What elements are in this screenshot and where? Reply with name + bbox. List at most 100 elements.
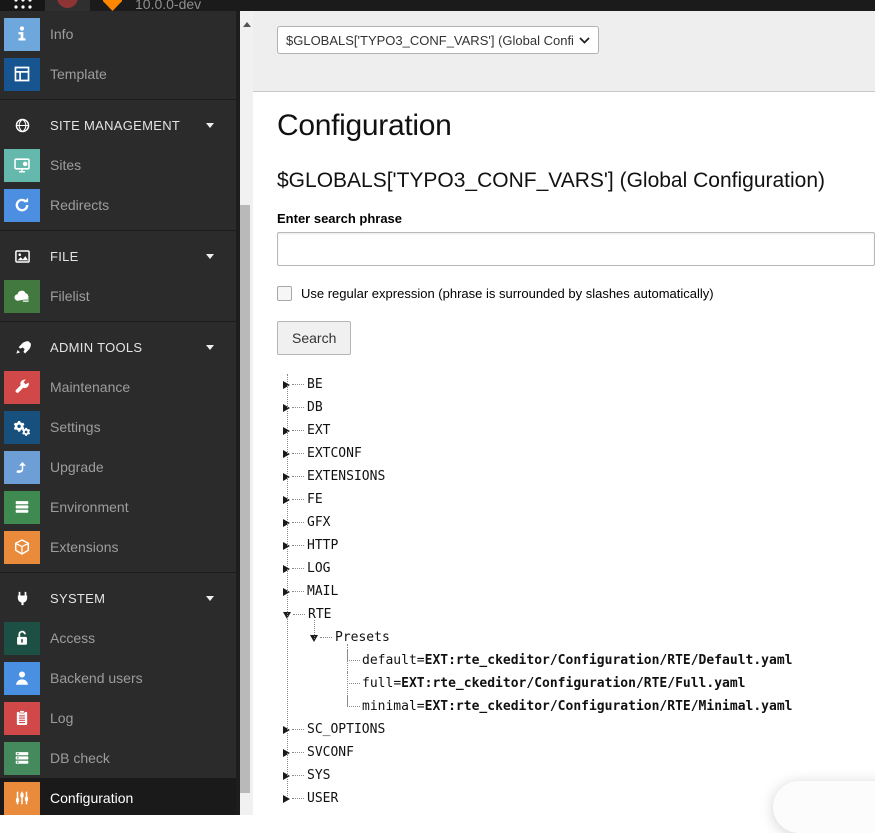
tree-connector-icon: [292, 591, 304, 592]
typo3-logo[interactable]: [45, 0, 90, 11]
tree-connector-icon: [292, 752, 304, 753]
tree-node-label[interactable]: RTE: [308, 607, 331, 622]
sidebar-group-header-system[interactable]: SYSTEM: [0, 578, 236, 618]
tree-node-ext: EXT: [283, 419, 875, 442]
shield-icon: [103, 0, 122, 11]
info-icon: [4, 18, 40, 51]
sidebar-item-db-check[interactable]: DB check: [0, 738, 236, 778]
sidebar-group: SITE MANAGEMENT Sites Redirects: [0, 99, 236, 225]
tree-node-label[interactable]: GFX: [307, 515, 330, 530]
tree-node-label[interactable]: LOG: [307, 561, 330, 576]
sidebar-group-label: ADMIN TOOLS: [50, 340, 206, 355]
tree-node-label[interactable]: SC_OPTIONS: [307, 722, 385, 737]
tree-connector-icon: [293, 614, 305, 615]
sidebar-item-label: Sites: [50, 157, 81, 173]
tree-node-label[interactable]: USER: [307, 791, 338, 806]
gears-icon: [4, 411, 40, 444]
chevron-down-icon: [206, 254, 214, 259]
tree-node-extensions: EXTENSIONS: [283, 465, 875, 488]
tree-node-label[interactable]: EXTCONF: [307, 446, 362, 461]
sidebar-item-label: Template: [50, 66, 107, 82]
sidebar-item-configuration[interactable]: Configuration: [0, 778, 236, 815]
conf-vars-select-value: $GLOBALS['TYPO3_CONF_VARS'] (Global Conf…: [286, 33, 573, 48]
sidebar-item-access[interactable]: Access: [0, 618, 236, 658]
sidebar-item-maintenance[interactable]: Maintenance: [0, 367, 236, 407]
tree-node-label[interactable]: SYS: [307, 768, 330, 783]
tree-connector-icon: [347, 672, 360, 684]
tree-connector-icon: [347, 649, 360, 661]
tree-node-value: EXT:rte_ckeditor/Configuration/RTE/Full.…: [401, 676, 745, 691]
sidebar-item-backend-users[interactable]: Backend users: [0, 658, 236, 698]
cube-icon: [4, 531, 40, 564]
sidebar-item-environment[interactable]: Environment: [0, 487, 236, 527]
tree-line: [314, 620, 315, 639]
regex-checkbox[interactable]: [277, 286, 292, 301]
module-menu-toggle[interactable]: [0, 0, 45, 11]
sidebar-item-redirects[interactable]: Redirects: [0, 185, 236, 225]
tree-node-label[interactable]: minimal: [362, 699, 417, 714]
sidebar-item-settings[interactable]: Settings: [0, 407, 236, 447]
unlock-icon: [4, 622, 40, 655]
sidebar-item-label: Environment: [50, 499, 129, 515]
clipboard-icon: [4, 702, 40, 735]
search-input[interactable]: [277, 232, 875, 266]
scrollbar-up-arrow-icon[interactable]: [243, 22, 251, 27]
tree-node-label[interactable]: default: [362, 653, 417, 668]
sidebar-item-info[interactable]: Info: [0, 14, 236, 54]
sidebar-item-label: Access: [50, 630, 95, 646]
sidebar-item-label: Log: [50, 710, 73, 726]
upgrade-icon: [4, 451, 40, 484]
tree-line: [287, 374, 288, 798]
regex-label: Use regular expression (phrase is surrou…: [301, 286, 714, 301]
sidebar-group-header-admin-tools[interactable]: ADMIN TOOLS: [0, 327, 236, 367]
sidebar-item-sites[interactable]: Sites: [0, 145, 236, 185]
conf-vars-select[interactable]: $GLOBALS['TYPO3_CONF_VARS'] (Global Conf…: [277, 26, 599, 54]
sidebar-item-log[interactable]: Log: [0, 698, 236, 738]
sidebar-item-label: Backend users: [50, 670, 143, 686]
tree-connector-icon: [292, 384, 304, 385]
sidebar-group: ADMIN TOOLS Maintenance SettingsUpgrade Env…: [0, 321, 236, 567]
sidebar-item-template[interactable]: Template: [0, 54, 236, 94]
tree-connector-icon: [292, 568, 304, 569]
plug-icon: [4, 590, 40, 607]
chevron-down-icon: [206, 345, 214, 350]
floating-panel: [773, 781, 875, 833]
tree-node-label[interactable]: SVCONF: [307, 745, 354, 760]
sidebar-item-filelist[interactable]: Filelist: [0, 276, 236, 316]
sidebar-item-label: Maintenance: [50, 379, 130, 395]
tree-node-label[interactable]: HTTP: [307, 538, 338, 553]
sites-icon: [4, 149, 40, 182]
tree-node-label[interactable]: BE: [307, 377, 323, 392]
sidebar-group-label: SITE MANAGEMENT: [50, 118, 206, 133]
tree-node-presets: Presets: [310, 626, 875, 649]
sidebar-item-upgrade[interactable]: Upgrade: [0, 447, 236, 487]
search-button[interactable]: Search: [277, 321, 351, 355]
sidebar-item-label: Info: [50, 26, 73, 42]
sidebar-item-extensions[interactable]: Extensions: [0, 527, 236, 567]
tree-node-full: full = EXT:rte_ckeditor/Configuration/RT…: [347, 672, 875, 695]
grid-icon: [12, 0, 34, 11]
tree-connector-icon: [292, 775, 304, 776]
filelist-icon: [4, 280, 40, 313]
template-icon: [4, 58, 40, 91]
sidebar-item-label: Redirects: [50, 197, 109, 213]
tree-node-label[interactable]: EXTENSIONS: [307, 469, 385, 484]
globe-icon: [4, 117, 40, 134]
image-icon: [4, 248, 40, 265]
tree-connector-icon: [292, 453, 304, 454]
tree-connector-icon: [347, 695, 360, 707]
tree-node-value: EXT:rte_ckeditor/Configuration/RTE/Defau…: [425, 653, 793, 668]
tree-node-label[interactable]: EXT: [307, 423, 330, 438]
main-scrollbar[interactable]: [240, 11, 253, 815]
scrollbar-thumb[interactable]: [240, 205, 250, 793]
tree-node-label[interactable]: full: [362, 676, 393, 691]
tree-node-label[interactable]: Presets: [335, 630, 390, 645]
tree-node-label[interactable]: FE: [307, 492, 323, 507]
sidebar-group-header-site-management[interactable]: SITE MANAGEMENT: [0, 105, 236, 145]
topbar-version-area[interactable]: 10.0.0-dev: [90, 0, 875, 11]
sidebar-group-label: FILE: [50, 249, 206, 264]
tree-node-label[interactable]: DB: [307, 400, 323, 415]
sidebar-group-header-file[interactable]: FILE: [0, 236, 236, 276]
tree-connector-icon: [292, 407, 304, 408]
tree-node-label[interactable]: MAIL: [307, 584, 338, 599]
